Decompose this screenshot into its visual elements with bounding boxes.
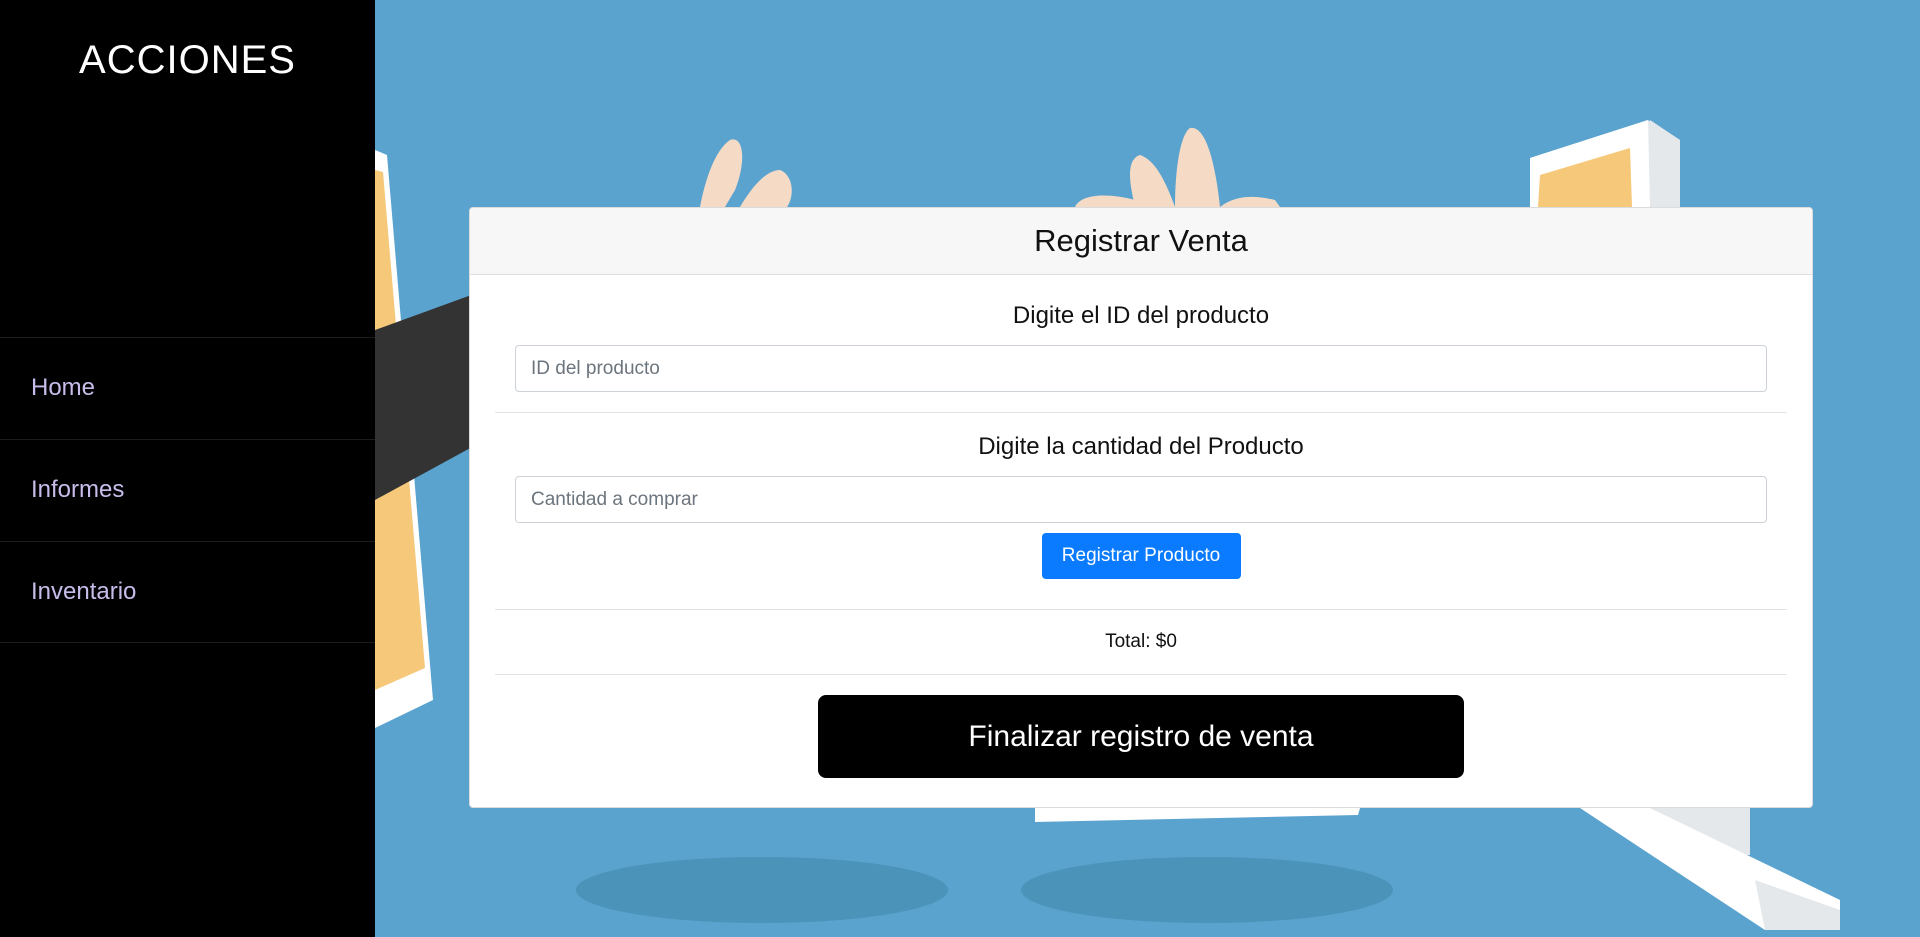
- paper-illustration: [1035, 808, 1360, 822]
- sidebar-item-home[interactable]: Home: [0, 337, 375, 439]
- shadow-right: [1021, 857, 1393, 923]
- total-text: Total: $0: [1105, 631, 1177, 652]
- divider: [495, 674, 1787, 675]
- product-id-label: Digite el ID del producto: [1012, 302, 1270, 329]
- sidebar-nav: Home Informes Inventario: [0, 337, 375, 643]
- divider: [495, 412, 1787, 413]
- finish-sale-button[interactable]: Finalizar registro de venta: [818, 695, 1464, 778]
- sidebar-title: ACCIONES: [79, 38, 296, 82]
- product-id-input[interactable]: [515, 345, 1767, 392]
- sidebar-item-inventario[interactable]: Inventario: [0, 541, 375, 643]
- sidebar-item-informes[interactable]: Informes: [0, 439, 375, 541]
- quantity-label: Digite la cantidad del Producto: [978, 433, 1304, 460]
- monitor-stand-illustration: [1580, 808, 1840, 930]
- register-product-button[interactable]: Registrar Producto: [1041, 533, 1241, 579]
- hands-illustration: [700, 127, 1280, 207]
- sidebar: ACCIONES Home Informes Inventario: [0, 0, 375, 937]
- card-body: Digite el ID del producto Digite la cant…: [470, 302, 1812, 778]
- right-monitor-illustration: [1530, 120, 1680, 207]
- card-title: Registrar Venta: [470, 208, 1812, 275]
- shadow-left: [576, 857, 948, 923]
- register-sale-card: Registrar Venta Digite el ID del product…: [469, 207, 1813, 808]
- quantity-input[interactable]: [515, 476, 1767, 523]
